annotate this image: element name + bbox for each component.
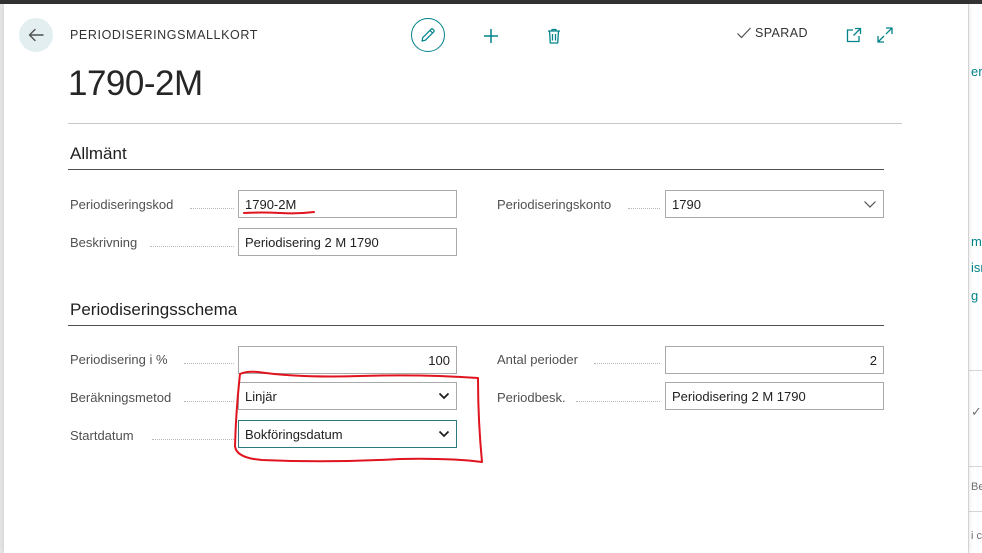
period-description-input[interactable]: Periodisering 2 M 1790 <box>665 382 884 410</box>
field-label-deferral-code: Periodiseringskod <box>70 197 174 212</box>
label-dots <box>184 400 234 402</box>
delete-button[interactable] <box>544 26 564 46</box>
background-peek-text: er <box>971 64 982 79</box>
new-button[interactable] <box>481 26 501 46</box>
section-rule-schedule <box>68 325 884 326</box>
section-title-schedule[interactable]: Periodiseringsschema <box>70 300 237 320</box>
field-label-deferral-percent: Periodisering i % <box>70 352 168 367</box>
label-dots <box>150 245 234 247</box>
background-divider <box>969 466 982 467</box>
expand-button[interactable] <box>876 26 894 44</box>
deferral-percent-input[interactable]: 100 <box>238 346 457 374</box>
section-rule-general <box>68 169 884 170</box>
field-label-start-date: Startdatum <box>70 428 134 443</box>
popout-button[interactable] <box>845 26 863 44</box>
start-date-select[interactable]: Bokföringsdatum <box>238 420 457 448</box>
field-label-description: Beskrivning <box>70 235 138 250</box>
trash-icon <box>548 28 560 44</box>
label-dots <box>190 207 234 209</box>
field-label-deferral-account: Periodiseringskonto <box>497 197 612 212</box>
background-peek-text: i c <box>971 530 982 542</box>
background-right-edge: er m isr g ✓ Be i c <box>968 4 982 553</box>
back-arrow-icon <box>28 28 44 42</box>
field-label-number-of-periods: Antal perioder <box>497 352 578 367</box>
start-date-value: Bokföringsdatum <box>245 426 343 442</box>
deferral-code-input[interactable]: 1790-2M <box>238 190 457 218</box>
checkmark-icon <box>737 27 751 39</box>
edit-button[interactable] <box>411 18 445 52</box>
popout-icon <box>846 27 862 43</box>
background-peek-text: isr <box>971 260 982 275</box>
chevron-down-icon <box>438 430 450 438</box>
chevron-down-icon <box>864 201 876 208</box>
label-dots <box>576 400 660 402</box>
deferral-account-select[interactable]: 1790 <box>665 190 884 218</box>
plus-icon <box>484 29 498 43</box>
label-dots <box>152 438 234 440</box>
background-divider <box>969 511 982 512</box>
page-caption: PERIODISERINGSMALLKORT <box>70 28 259 42</box>
expand-icon <box>877 27 893 43</box>
label-dots <box>184 362 234 364</box>
label-dots <box>628 207 660 209</box>
deferral-account-value: 1790 <box>672 196 701 212</box>
background-peek-text: m <box>971 234 982 249</box>
saved-label: SPARAD <box>755 26 808 40</box>
description-input[interactable]: Periodisering 2 M 1790 <box>238 228 457 256</box>
background-peek-text: Be <box>971 481 982 493</box>
background-divider <box>969 370 982 371</box>
calc-method-value: Linjär <box>245 388 277 404</box>
edit-pencil-icon <box>421 28 435 42</box>
background-check-icon: ✓ <box>971 404 982 419</box>
section-title-general[interactable]: Allmänt <box>70 144 127 164</box>
field-label-calc-method: Beräkningsmetod <box>70 390 172 405</box>
title-divider <box>68 123 902 124</box>
record-title: 1790-2M <box>68 64 203 103</box>
label-dots <box>594 362 660 364</box>
back-button[interactable] <box>19 18 53 52</box>
field-label-period-description: Periodbesk. <box>497 390 566 405</box>
chevron-down-icon <box>438 392 450 400</box>
card-dialog: PERIODISERINGSMALLKORT SPARAD 1790-2M Al <box>4 4 968 553</box>
background-peek-text: g <box>971 288 979 303</box>
number-of-periods-input[interactable]: 2 <box>665 346 884 374</box>
saved-status: SPARAD <box>736 26 808 40</box>
calc-method-select[interactable]: Linjär <box>238 382 457 410</box>
